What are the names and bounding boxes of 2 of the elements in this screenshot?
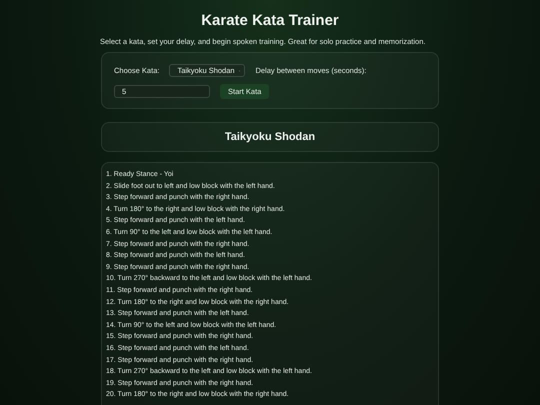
app-title: Karate Kata Trainer <box>201 12 339 29</box>
kata-heading: Taikyoku Shodan <box>224 131 316 143</box>
